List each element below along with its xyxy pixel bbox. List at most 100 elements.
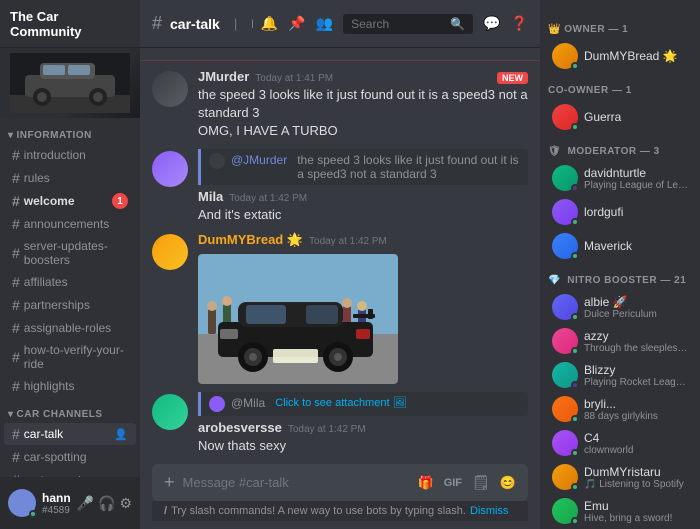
member-item[interactable]: albie 🚀 Dulce Periculum: [544, 291, 696, 323]
gift-icon[interactable]: 🎁: [418, 475, 434, 491]
server-name-label: The Car Community: [10, 9, 130, 39]
role-nitro-booster: 💎 NITRO BOOSTER — 21: [540, 271, 700, 290]
message-header: Mila Today at 1:42 PM: [198, 189, 528, 204]
settings-icon[interactable]: ⚙: [119, 495, 132, 512]
message-group: @Mila Click to see attachment 🖼 arobesve…: [140, 388, 540, 456]
member-status: Playing League of Legends 🎮: [584, 180, 688, 191]
category-information[interactable]: ▾ INFORMATION: [0, 126, 140, 143]
channel-topic: No Bot Commands! Exception: !garage Back…: [251, 17, 253, 31]
hash-icon: #: [12, 320, 20, 336]
quoted-avatar: [209, 153, 225, 169]
member-avatar: [552, 199, 578, 225]
quoted-attachment-label: Click to see attachment 🖼: [275, 396, 406, 409]
channel-rules[interactable]: # rules: [4, 167, 136, 189]
car-image: [198, 254, 398, 384]
channel-car-talk[interactable]: # car-talk 👤: [4, 423, 136, 445]
quoted-author: @JMurder: [231, 153, 287, 167]
hashtag-icon[interactable]: 🔔: [261, 15, 278, 32]
member-info: DumMYristaru 🎵 Listening to Spotify: [584, 465, 688, 490]
sticker-icon[interactable]: 🗒: [472, 474, 490, 491]
header-divider: |: [234, 16, 237, 31]
message-time: Today at 1:42 PM: [229, 193, 307, 204]
search-box[interactable]: 🔍: [343, 14, 473, 34]
member-item[interactable]: lordgufi: [544, 196, 696, 228]
mic-icon[interactable]: 🎤: [77, 495, 94, 512]
member-name: DumMYBread 🌟: [584, 49, 688, 63]
message-header: JMurder Today at 1:41 PM NEW: [198, 69, 528, 84]
category-car-channels[interactable]: ▾ CAR CHANNELS: [0, 405, 140, 422]
status-dot: [571, 252, 579, 260]
status-dot: [571, 347, 579, 355]
member-item[interactable]: C4 clownworld: [544, 427, 696, 459]
add-file-icon[interactable]: +: [164, 472, 175, 493]
member-item[interactable]: Guerra: [544, 101, 696, 133]
member-status: 88 days girlykins: [584, 411, 688, 422]
emoji-icon[interactable]: 😊: [500, 475, 516, 491]
member-name: Blizzy: [584, 363, 688, 377]
hash-icon: #: [12, 216, 20, 232]
member-avatar: [552, 328, 578, 354]
message-content: @Mila Click to see attachment 🖼 arobesve…: [198, 392, 528, 455]
gif-button[interactable]: GIF: [444, 477, 462, 489]
slash-dismiss-link[interactable]: Dismiss: [470, 505, 509, 517]
server-name[interactable]: The Car Community: [0, 0, 140, 48]
quoted-message: @Mila Click to see attachment 🖼: [198, 392, 528, 416]
server-banner-image: [0, 48, 140, 118]
channel-list: ▾ INFORMATION # introduction # rules # w…: [0, 118, 140, 477]
member-status: Hive, bring a sword!: [584, 513, 688, 524]
channel-partnerships[interactable]: # partnerships: [4, 294, 136, 316]
headphone-icon[interactable]: 🎧: [98, 495, 115, 512]
member-status: 🎵 Listening to Spotify: [584, 479, 688, 490]
member-item[interactable]: DumMYBread 🌟: [544, 40, 696, 72]
help-icon[interactable]: ❓: [511, 15, 528, 32]
message-input[interactable]: [183, 475, 410, 490]
message-time: Today at 1:42 PM: [288, 424, 366, 435]
member-item[interactable]: DumMYristaru 🎵 Listening to Spotify: [544, 461, 696, 493]
channel-motorsports[interactable]: # motorsports: [4, 469, 136, 477]
quoted-message: @JMurder the speed 3 looks like it just …: [198, 149, 528, 185]
channel-server-updates-boosters[interactable]: # server-updates-boosters: [4, 236, 136, 270]
member-avatar: [552, 362, 578, 388]
member-status: Through the sleeplessness nig...: [584, 343, 688, 354]
quoted-mila-label: @Mila: [231, 396, 265, 410]
channel-welcome[interactable]: # welcome 1: [4, 190, 136, 212]
current-user-info: hannswsxdn #4589: [42, 491, 71, 516]
role-moderator: 🛡 MODERATOR — 3: [540, 142, 700, 161]
member-item[interactable]: bryli... 88 days girlykins: [544, 393, 696, 425]
message-input-area: + 🎁 GIF 🗒 😊 / Try slash commands! A new …: [140, 456, 540, 529]
chevron-down-icon: ▾: [8, 409, 14, 420]
inbox-icon[interactable]: 💬: [483, 15, 500, 32]
status-dot: [571, 313, 579, 321]
member-info: DumMYBread 🌟: [584, 49, 688, 63]
channel-car-spotting[interactable]: # car-spotting: [4, 446, 136, 468]
channel-assignable-roles[interactable]: # assignable-roles: [4, 317, 136, 339]
user-actions: 🎤 🎧 ⚙: [77, 495, 132, 512]
channel-announcements[interactable]: # announcements: [4, 213, 136, 235]
user-status-dot: [29, 510, 37, 518]
member-info: azzy Through the sleeplessness nig...: [584, 329, 688, 354]
slash-notice-text: Try slash commands! A new way to use bot…: [171, 505, 466, 517]
server-banner: [0, 48, 140, 118]
member-item[interactable]: Blizzy Playing Rocket League 🎮: [544, 359, 696, 391]
message-author: JMurder: [198, 69, 249, 84]
member-item[interactable]: azzy Through the sleeplessness nig...: [544, 325, 696, 357]
member-info: bryli... 88 days girlykins: [584, 397, 688, 422]
member-item[interactable]: Emu Hive, bring a sword!: [544, 495, 696, 527]
message-input-box: + 🎁 GIF 🗒 😊: [152, 464, 528, 501]
channel-introduction[interactable]: # introduction: [4, 144, 136, 166]
user-panel: hannswsxdn #4589 🎤 🎧 ⚙: [0, 477, 140, 529]
search-input[interactable]: [351, 17, 446, 31]
channel-affiliates[interactable]: # affiliates: [4, 271, 136, 293]
role-owner: 👑 OWNER — 1: [540, 20, 700, 39]
member-item[interactable]: davidnturtle Playing League of Legends 🎮: [544, 162, 696, 194]
member-item[interactable]: Maverick: [544, 230, 696, 262]
members-icon[interactable]: 👥: [316, 15, 333, 32]
channel-how-to-verify-your-ride[interactable]: # how-to-verify-your-ride: [4, 340, 136, 374]
channel-highlights[interactable]: # highlights: [4, 375, 136, 397]
member-name: albie 🚀: [584, 295, 688, 309]
member-name: C4: [584, 431, 688, 445]
new-badge: NEW: [497, 72, 528, 84]
notification-icon[interactable]: 📌: [288, 15, 305, 32]
hash-icon: #: [12, 426, 20, 442]
message-header: DumMYBread 🌟 Today at 1:42 PM: [198, 232, 528, 248]
